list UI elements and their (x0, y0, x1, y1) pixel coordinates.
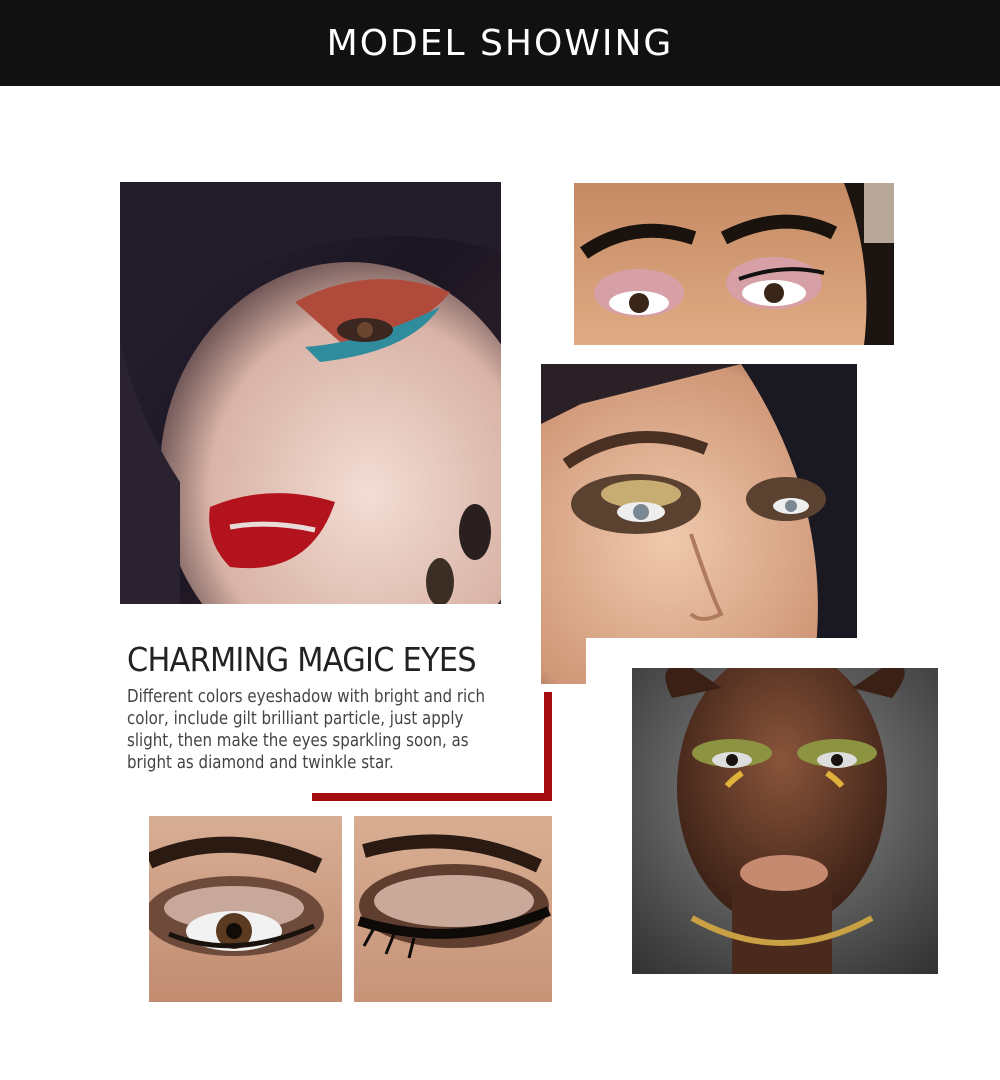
model-photo-eye-closeup-open (149, 816, 342, 1002)
header-banner: MODEL SHOWING (0, 0, 1000, 86)
banner-title: MODEL SHOWING (326, 22, 674, 64)
feature-description: Different colors eyeshadow with bright a… (127, 687, 486, 773)
model-photo-eye-closeup-closed (354, 816, 552, 1002)
feature-headline: CHARMING MAGIC EYES (127, 640, 477, 679)
model-photo-gold-eyes-portrait (632, 668, 938, 974)
model-photo-red-lips (120, 182, 501, 604)
accent-bar-vertical (544, 692, 552, 801)
accent-bar-horizontal (312, 793, 552, 801)
model-photo-smokey-gold-eyes (541, 364, 857, 684)
model-photo-pink-glitter-eyes (574, 183, 894, 345)
